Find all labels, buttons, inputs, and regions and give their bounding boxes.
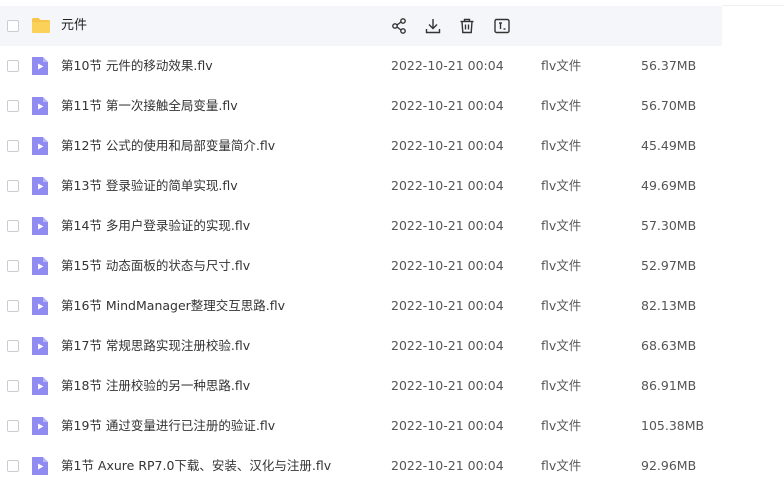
file-date: 2022-10-21 00:04 [391,58,504,73]
file-checkbox[interactable] [7,220,19,232]
file-checkbox[interactable] [7,340,19,352]
video-file-icon [31,136,49,156]
file-row[interactable]: 第19节 通过变量进行已注册的验证.flv 2022-10-21 00:04 flv… [0,406,722,446]
file-size: 56.37MB [641,58,697,73]
video-file-icon [31,216,49,236]
file-checkbox[interactable] [7,140,19,152]
file-size: 105.38MB [641,418,705,433]
file-size: 45.49MB [641,138,697,153]
file-row[interactable]: 第12节 公式的使用和局部变量简介.flv 2022-10-21 00:04 flv… [0,126,722,166]
video-file-icon [31,376,49,396]
file-type: flv文件 [541,458,582,473]
file-size: 56.70MB [641,98,697,113]
file-size: 92.96MB [641,458,697,473]
file-size: 52.97MB [641,258,697,273]
file-date: 2022-10-21 00:04 [391,378,504,393]
video-file-icon [31,296,49,316]
file-date: 2022-10-21 00:04 [391,178,504,193]
file-name[interactable]: 第17节 常规思路实现注册校验.flv [61,338,250,354]
file-size: 86.91MB [641,378,697,393]
delete-icon[interactable] [458,17,476,35]
file-name[interactable]: 第14节 多用户登录验证的实现.flv [61,218,250,234]
file-name[interactable]: 第16节 MindManager整理交互思路.flv [61,298,285,314]
file-row[interactable]: 第17节 常规思路实现注册校验.flv 2022-10-21 00:04 flv文件… [0,326,722,366]
file-checkbox[interactable] [7,100,19,112]
file-size: 49.69MB [641,178,697,193]
file-row[interactable]: 第15节 动态面板的状态与尺寸.flv 2022-10-21 00:04 flv文件… [0,246,722,286]
file-type: flv文件 [541,258,582,273]
video-file-icon [31,176,49,196]
file-row[interactable]: 第18节 注册校验的另一种思路.flv 2022-10-21 00:04 flv文件… [0,366,722,406]
folder-row[interactable]: 元件 [0,6,722,46]
file-size: 68.63MB [641,338,697,353]
file-row[interactable]: 第16节 MindManager整理交互思路.flv 2022-10-21 00:… [0,286,722,326]
video-file-icon [31,56,49,76]
file-name[interactable]: 第10节 元件的移动效果.flv [61,58,213,74]
file-date: 2022-10-21 00:04 [391,138,504,153]
file-name[interactable]: 第11节 第一次接触全局变量.flv [61,98,238,114]
folder-icon [31,17,51,34]
folder-checkbox[interactable] [7,20,19,32]
top-divider [722,0,784,6]
file-type: flv文件 [541,378,582,393]
file-date: 2022-10-21 00:04 [391,338,504,353]
video-file-icon [31,256,49,276]
file-checkbox[interactable] [7,260,19,272]
download-icon[interactable] [424,17,442,35]
video-file-icon [31,336,49,356]
file-name[interactable]: 第13节 登录验证的简单实现.flv [61,178,238,194]
file-name[interactable]: 第12节 公式的使用和局部变量简介.flv [61,138,275,154]
file-row[interactable]: 第13节 登录验证的简单实现.flv 2022-10-21 00:04 flv文件 4… [0,166,722,206]
file-type: flv文件 [541,178,582,193]
file-name[interactable]: 第18节 注册校验的另一种思路.flv [61,378,250,394]
file-type: flv文件 [541,298,582,313]
file-date: 2022-10-21 00:04 [391,258,504,273]
file-name[interactable]: 第19节 通过变量进行已注册的验证.flv [61,418,275,434]
file-name[interactable]: 第15节 动态面板的状态与尺寸.flv [61,258,250,274]
file-type: flv文件 [541,338,582,353]
file-checkbox[interactable] [7,380,19,392]
file-checkbox[interactable] [7,460,19,472]
file-row[interactable]: 第11节 第一次接触全局变量.flv 2022-10-21 00:04 flv文件 5… [0,86,722,126]
folder-name[interactable]: 元件 [61,18,87,34]
file-row[interactable]: 第10节 元件的移动效果.flv 2022-10-21 00:04 flv文件 56.… [0,46,722,86]
file-date: 2022-10-21 00:04 [391,418,504,433]
video-file-icon [31,416,49,436]
video-file-icon [31,96,49,116]
file-date: 2022-10-21 00:04 [391,298,504,313]
file-type: flv文件 [541,418,582,433]
file-row[interactable]: 第1节 Axure RP7.0下载、安装、汉化与注册.flv 2022-10-21… [0,446,722,484]
file-name[interactable]: 第1节 Axure RP7.0下载、安装、汉化与注册.flv [61,458,331,474]
file-checkbox[interactable] [7,60,19,72]
file-checkbox[interactable] [7,420,19,432]
file-row[interactable]: 第14节 多用户登录验证的实现.flv 2022-10-21 00:04 flv文件… [0,206,722,246]
file-date: 2022-10-21 00:04 [391,98,504,113]
file-type: flv文件 [541,98,582,113]
file-type: flv文件 [541,218,582,233]
share-icon[interactable] [390,17,408,35]
file-type: flv文件 [541,58,582,73]
file-size: 57.30MB [641,218,697,233]
file-date: 2022-10-21 00:04 [391,458,504,473]
video-file-icon [31,456,49,476]
file-checkbox[interactable] [7,180,19,192]
file-type: flv文件 [541,138,582,153]
file-checkbox[interactable] [7,300,19,312]
file-size: 82.13MB [641,298,697,313]
file-date: 2022-10-21 00:04 [391,218,504,233]
rename-icon[interactable] [493,17,511,35]
